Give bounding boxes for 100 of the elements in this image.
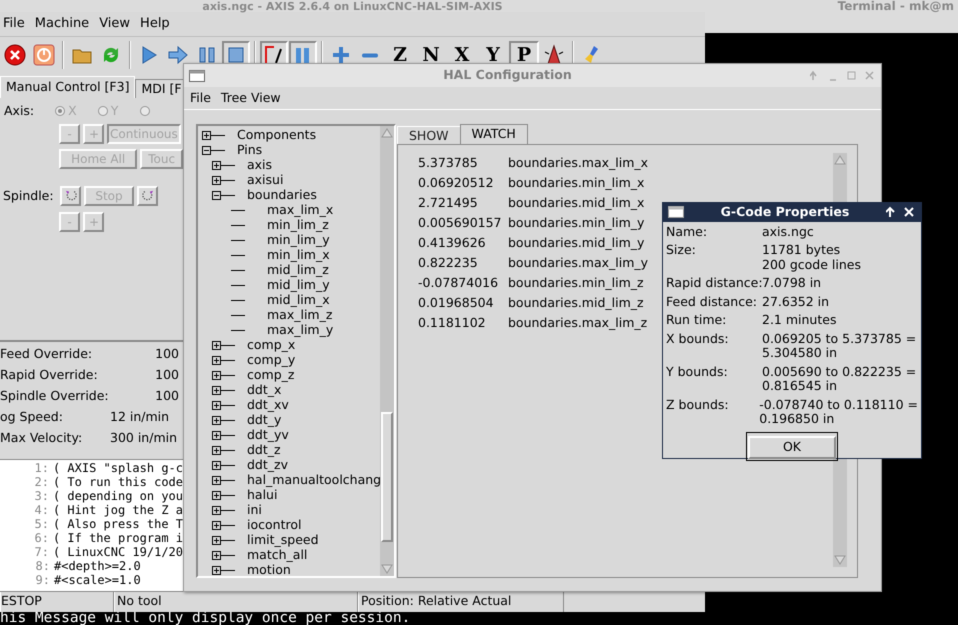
property-value: -0.078740 to 0.118110 = — [759, 398, 918, 412]
pin-value: 0.005690157 — [418, 214, 503, 232]
line-number: 1: — [34, 461, 49, 475]
collapse-icon[interactable] — [202, 146, 211, 155]
pin-value: 0.01968504 — [418, 294, 495, 312]
scroll-thumb[interactable] — [381, 412, 393, 542]
expand-icon[interactable] — [212, 416, 221, 425]
code-line: ( Also press the T — [52, 517, 183, 531]
menu-item[interactable]: Tree View — [220, 88, 281, 108]
status-field: ESTOP — [0, 592, 114, 612]
pin-value: -0.07874016 — [418, 274, 500, 292]
window-title: Terminal - mk@m — [838, 0, 954, 12]
radio-button[interactable] — [98, 106, 108, 116]
axis-label: Axis: — [4, 102, 36, 120]
view-button[interactable]: Z — [385, 41, 415, 69]
minus-icon — [362, 52, 378, 58]
radio-button[interactable] — [140, 106, 150, 116]
property-label: Y bounds: — [666, 364, 729, 381]
window-icon — [189, 70, 205, 82]
override-value: 100 — [155, 345, 179, 364]
pin-value: 0.06920512 — [418, 174, 495, 192]
line-number: 3: — [34, 489, 49, 503]
property-label: X bounds: — [666, 332, 730, 348]
property-value: 0.816545 in — [762, 379, 838, 394]
expand-icon[interactable] — [212, 161, 221, 170]
expand-icon[interactable] — [212, 476, 221, 485]
pin-name: boundaries.mid_lim_z — [508, 294, 644, 312]
property-label: Rapid distance: — [666, 276, 762, 291]
view-button[interactable]: X — [447, 41, 477, 69]
property-value: 200 gcode lines — [762, 258, 861, 272]
pin-name: boundaries.mid_lim_y — [508, 234, 644, 252]
view-button[interactable]: Y — [478, 41, 508, 69]
line-number: 5: — [34, 517, 49, 531]
override-label: Rapid Override: — [0, 366, 99, 384]
collapse-icon[interactable] — [212, 191, 221, 200]
expand-icon[interactable] — [212, 386, 221, 395]
override-label: og Speed: — [0, 408, 64, 426]
menu-item[interactable]: View — [99, 14, 130, 34]
menu-item[interactable]: Help — [140, 14, 170, 34]
expand-icon[interactable] — [212, 356, 221, 365]
expand-icon[interactable] — [212, 491, 221, 500]
pin-name: boundaries.min_lim_y — [508, 214, 644, 232]
property-value: 0.069205 to 5.373785 = — [762, 332, 916, 346]
expand-icon[interactable] — [212, 446, 221, 455]
arrow-right-icon — [167, 44, 189, 66]
expand-icon[interactable] — [212, 521, 221, 530]
expand-icon[interactable] — [212, 341, 221, 350]
pin-name: boundaries.max_lim_z — [508, 314, 648, 332]
override-value: 300 in/min — [110, 429, 178, 448]
spindle-forward-button[interactable] — [137, 186, 158, 206]
pin-name: boundaries.min_lim_x — [508, 174, 644, 192]
expand-icon[interactable] — [212, 566, 221, 575]
menu-item[interactable]: Machine — [34, 14, 90, 34]
line-number: 7: — [34, 545, 49, 559]
property-value: 27.6352 in — [762, 294, 830, 310]
override-value: 100 — [155, 387, 179, 406]
corner-slash-icon — [263, 44, 285, 66]
expand-icon[interactable] — [212, 371, 221, 380]
expand-icon[interactable] — [202, 131, 211, 140]
pin-value: 0.822235 — [418, 254, 479, 272]
window-title: HAL Configuration — [442, 66, 573, 84]
line-number: 9: — [34, 573, 50, 587]
window-title: G-Code Properties — [720, 203, 850, 221]
tab[interactable]: Manual Control [F3] — [0, 76, 136, 98]
spindle-reverse-button[interactable] — [60, 186, 81, 206]
expand-icon[interactable] — [212, 461, 221, 470]
pin-name: boundaries.min_lim_z — [508, 274, 644, 292]
expand-icon[interactable] — [212, 551, 221, 560]
property-value: 2.1 minutes — [762, 313, 836, 328]
expand-icon[interactable] — [212, 536, 221, 545]
plus-icon — [330, 44, 352, 66]
property-value: axis.ngc — [762, 224, 814, 240]
line-number: 8: — [34, 559, 50, 573]
power-icon — [33, 44, 55, 66]
expand-icon[interactable] — [212, 506, 221, 515]
property-label: Run time: — [666, 313, 728, 328]
stop-sign-icon — [4, 44, 26, 66]
code-line: ( LinuxCNC 19/1/20 — [52, 545, 183, 559]
code-line: ( If the program i — [52, 531, 183, 545]
code-line: ( depending on you — [52, 489, 183, 503]
expand-icon[interactable] — [212, 176, 221, 185]
code-line: ( AXIS "splash g-c — [52, 461, 183, 475]
expand-icon[interactable] — [212, 401, 221, 410]
pin-value: 0.4139626 — [418, 234, 487, 252]
menu-item[interactable]: File — [190, 88, 211, 108]
view-button[interactable]: N — [416, 41, 446, 69]
override-label: Feed Override: — [0, 345, 94, 364]
override-label: Max Velocity: — [0, 429, 84, 448]
window-controls-icon[interactable] — [886, 206, 916, 218]
property-label: Z bounds: — [666, 398, 730, 414]
line-number: 6: — [34, 531, 49, 545]
expand-icon[interactable] — [212, 431, 221, 440]
line-number: 2: — [34, 475, 49, 489]
menu-item[interactable]: File — [3, 14, 25, 34]
property-value: 0.005690 to 0.822235 = — [762, 364, 916, 380]
code-line: ( Hint jog the Z a — [52, 503, 183, 517]
ok-button[interactable]: OK — [748, 436, 836, 459]
tab[interactable]: WATCH — [460, 124, 528, 144]
scrollbar[interactable] — [380, 126, 394, 576]
radio-button[interactable] — [55, 106, 66, 116]
